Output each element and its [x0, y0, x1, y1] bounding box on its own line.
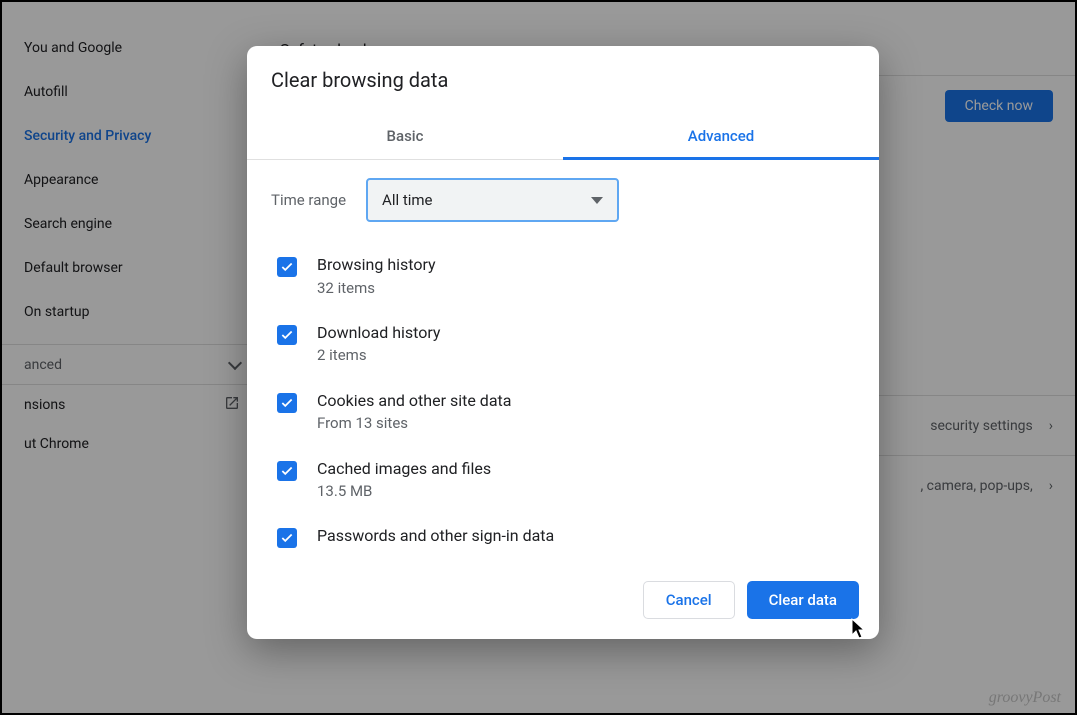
checkbox-download-history[interactable]	[277, 325, 297, 345]
time-range-select[interactable]: All time	[366, 178, 619, 222]
option-sub: 32 items	[317, 278, 436, 298]
time-range-row: Time range All time	[271, 178, 855, 222]
option-cookies[interactable]: Cookies and other site data From 13 site…	[271, 378, 855, 446]
option-title: Cookies and other site data	[317, 390, 511, 412]
dialog-scroll[interactable]: Time range All time Browsing history 32 …	[247, 160, 879, 562]
option-cached-images[interactable]: Cached images and files 13.5 MB	[271, 446, 855, 514]
checkbox-cookies[interactable]	[277, 393, 297, 413]
option-sub: 13.5 MB	[317, 481, 491, 501]
dialog-body: Time range All time Browsing history 32 …	[247, 160, 879, 562]
checkbox-passwords[interactable]	[277, 528, 297, 548]
dialog-actions: Cancel Clear data	[247, 562, 879, 639]
time-range-value: All time	[382, 191, 432, 209]
option-sub: From 13 sites	[317, 413, 511, 433]
time-range-label: Time range	[271, 191, 346, 209]
option-download-history[interactable]: Download history 2 items	[271, 310, 855, 378]
option-title: Browsing history	[317, 254, 436, 276]
option-title: Cached images and files	[317, 458, 491, 480]
watermark-text: groovyPost	[989, 689, 1061, 707]
tab-advanced[interactable]: Advanced	[563, 112, 879, 159]
dialog-tabs: Basic Advanced	[247, 112, 879, 160]
dropdown-arrow-icon	[591, 197, 603, 204]
checkbox-browsing-history[interactable]	[277, 257, 297, 277]
option-title: Passwords and other sign-in data	[317, 525, 554, 547]
cancel-button[interactable]: Cancel	[643, 581, 735, 619]
dialog-title: Clear browsing data	[247, 46, 879, 112]
option-passwords[interactable]: Passwords and other sign-in data	[271, 513, 855, 561]
checkbox-cached-images[interactable]	[277, 461, 297, 481]
clear-browsing-data-dialog: Clear browsing data Basic Advanced Time …	[247, 46, 879, 639]
tab-basic[interactable]: Basic	[247, 112, 563, 159]
clear-data-button[interactable]: Clear data	[747, 581, 859, 619]
option-sub: 2 items	[317, 345, 441, 365]
option-browsing-history[interactable]: Browsing history 32 items	[271, 242, 855, 310]
option-title: Download history	[317, 322, 441, 344]
